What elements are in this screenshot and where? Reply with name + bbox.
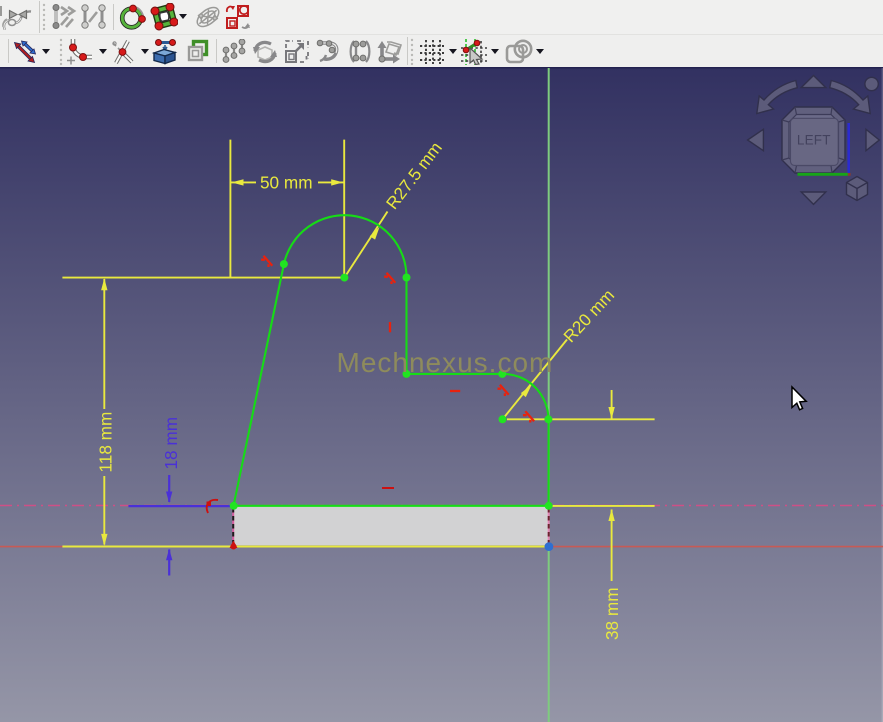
svg-text:18 mm: 18 mm [161,417,181,470]
svg-text:38 mm: 38 mm [602,587,622,640]
svg-text:Mechnexus.com: Mechnexus.com [337,347,554,378]
svg-text:LEFT: LEFT [797,132,831,147]
svg-text:118 mm: 118 mm [96,412,116,473]
svg-text:50 mm: 50 mm [260,173,313,193]
